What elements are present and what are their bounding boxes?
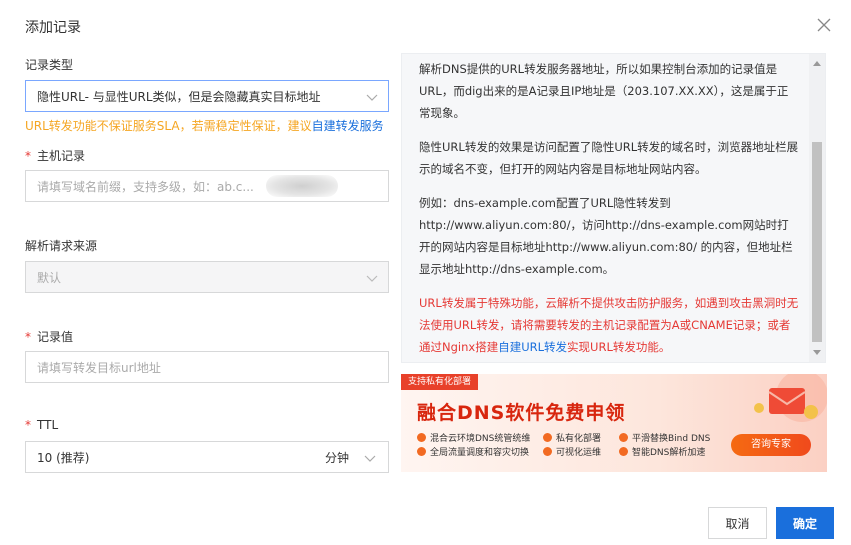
ttl-unit-select[interactable]: 分钟 <box>313 441 389 473</box>
close-icon[interactable] <box>817 18 831 32</box>
check-icon <box>543 447 552 456</box>
host-record-placeholder: 请填写域名前缀，支持多级，如：ab.c... <box>37 179 254 194</box>
scrollbar-thumb[interactable] <box>812 142 822 342</box>
info-paragraph-warning: URL转发属于特殊功能，云解析不提供攻击防护服务，如遇到攻击黑洞时无法使用URL… <box>419 296 799 354</box>
promo-feature: 混合云环境DNS统管统维 <box>417 431 530 444</box>
chevron-down-icon <box>366 94 378 101</box>
cancel-button[interactable]: 取消 <box>708 507 767 539</box>
required-mark: * <box>25 330 31 344</box>
request-source-label: 解析请求来源 <box>25 239 98 253</box>
check-icon <box>417 433 426 442</box>
chevron-down-icon <box>364 455 376 462</box>
info-panel: 解析DNS提供的URL转发服务器地址，所以如果控制台添加的记录值是URL，而di… <box>401 53 826 363</box>
promo-feature: 平滑替换Bind DNS <box>619 431 710 444</box>
host-record-label: * 主机记录 <box>25 149 86 163</box>
host-record-input[interactable]: 请填写域名前缀，支持多级，如：ab.c... <box>25 170 389 202</box>
promo-feature: 可视化运维 <box>543 445 601 458</box>
sla-warning: URL转发功能不保证服务SLA，若需稳定性保证，建议自建转发服务 <box>25 119 384 133</box>
record-value-input[interactable]: 请填写转发目标url地址 <box>25 351 389 383</box>
info-paragraph-dig: 解析DNS提供的URL转发服务器地址，所以如果控制台添加的记录值是URL，而di… <box>419 62 789 120</box>
confirm-button[interactable]: 确定 <box>776 507 834 539</box>
promo-feature: 全局流量调度和容灾切换 <box>417 445 529 458</box>
info-content: 解析DNS提供的URL转发服务器地址，所以如果控制台添加的记录值是URL，而di… <box>419 58 799 362</box>
scroll-up-icon[interactable] <box>813 61 821 66</box>
required-mark: * <box>25 149 31 163</box>
ttl-input[interactable]: 10 (推荐) <box>25 441 314 473</box>
info-scrollbar[interactable] <box>809 54 825 362</box>
promo-feature: 私有化部署 <box>543 431 601 444</box>
consult-expert-button[interactable]: 咨询专家 <box>731 434 811 456</box>
self-build-forward-link[interactable]: 自建转发服务 <box>312 119 384 133</box>
ttl-label: * TTL <box>25 418 59 432</box>
promo-tag: 支持私有化部署 <box>401 374 479 390</box>
dialog-title: 添加记录 <box>25 20 81 36</box>
check-icon <box>543 433 552 442</box>
record-value-label: * 记录值 <box>25 330 74 344</box>
promo-title: 融合DNS软件免费申领 <box>417 402 626 424</box>
promo-banner[interactable]: 支持私有化部署 融合DNS软件免费申领 混合云环境DNS统管统维 私有化部署 平… <box>401 374 827 472</box>
red-envelope-icon <box>754 374 827 422</box>
check-icon <box>417 447 426 456</box>
record-type-label: 记录类型 <box>25 58 74 72</box>
scroll-down-icon[interactable] <box>813 350 821 355</box>
record-type-value: 隐性URL- 与显性URL类似，但是会隐藏真实目标地址 <box>37 89 321 104</box>
request-source-value: 默认 <box>37 270 62 285</box>
chevron-down-icon <box>366 275 378 282</box>
info-paragraph-hidden-url: 隐性URL转发的效果是访问配置了隐性URL转发的域名时，浏览器地址栏展示的域名不… <box>419 140 799 176</box>
check-icon <box>619 433 628 442</box>
redacted-blur <box>266 175 338 197</box>
info-paragraph-example: 例如：dns-example.com配置了URL隐性转发到 http://www.… <box>419 196 793 276</box>
self-build-url-forward-link[interactable]: 自建URL转发 <box>498 340 567 354</box>
check-icon <box>619 447 628 456</box>
record-type-select[interactable]: 隐性URL- 与显性URL类似，但是会隐藏真实目标地址 <box>25 80 389 112</box>
ttl-value: 10 (推荐) <box>37 450 90 465</box>
ttl-unit-value: 分钟 <box>325 450 350 465</box>
required-mark: * <box>25 418 31 432</box>
record-value-placeholder: 请填写转发目标url地址 <box>37 360 161 375</box>
promo-feature: 智能DNS解析加速 <box>619 445 705 458</box>
request-source-select: 默认 <box>25 261 389 293</box>
